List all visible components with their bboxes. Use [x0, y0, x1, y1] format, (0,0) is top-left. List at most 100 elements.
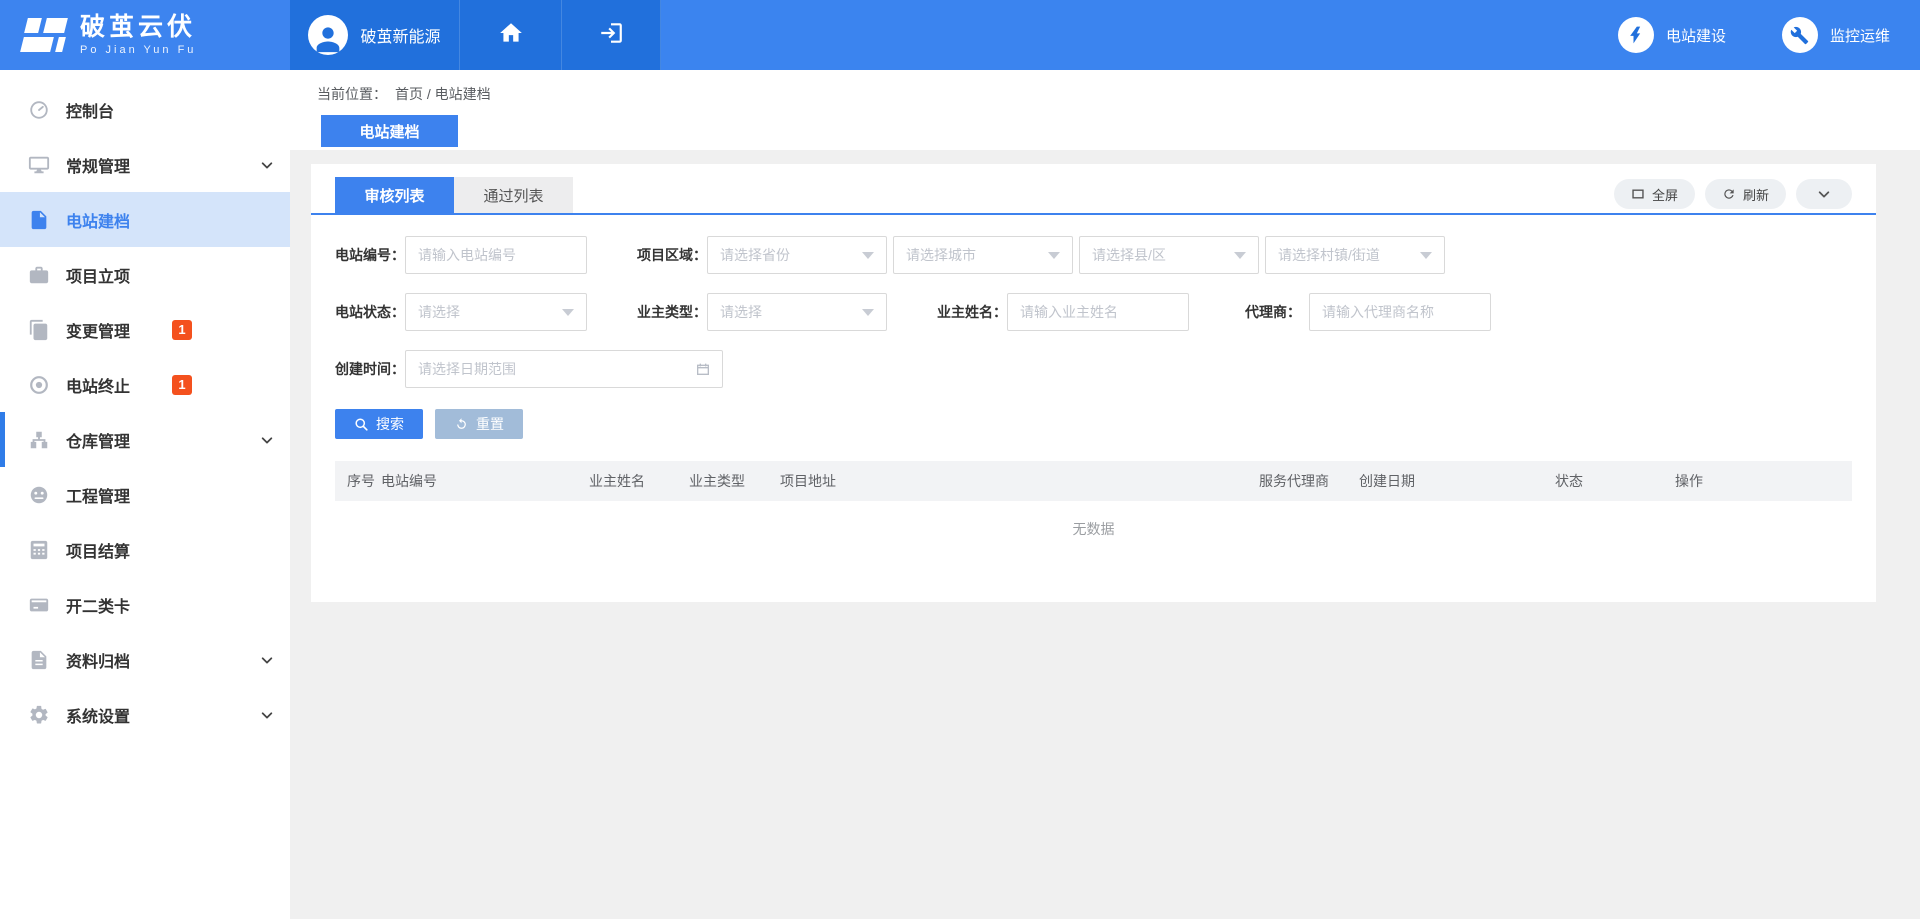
col-created-date: 创建日期 — [1359, 471, 1555, 491]
sidebar-item-station-archive[interactable]: 电站建档 — [0, 192, 290, 247]
caret-down-icon — [1234, 252, 1246, 259]
sidebar-item-change-mgmt[interactable]: 变更管理 1 — [0, 302, 290, 357]
nav-monitor-ops-label: 监控运维 — [1830, 25, 1890, 46]
chevron-down-icon — [260, 158, 274, 172]
chevron-down-icon — [260, 708, 274, 722]
panel-header: 审核列表 通过列表 全屏 刷新 — [311, 164, 1876, 215]
app-logo: 破茧云伏 Po Jian Yun Fu — [0, 0, 290, 70]
table-header-row: 序号 电站编号 业主姓名 业主类型 项目地址 服务代理商 创建日期 状态 操作 — [335, 461, 1852, 501]
caret-down-icon — [862, 309, 874, 316]
dashboard-icon — [27, 98, 51, 122]
tab-review-list[interactable]: 审核列表 — [335, 177, 454, 213]
field-station-no: 电站编号： — [335, 236, 587, 274]
page-tab-station-archive[interactable]: 电站建档 — [321, 115, 458, 147]
panel-actions: 全屏 刷新 — [1614, 179, 1852, 209]
chevron-down-icon — [260, 433, 274, 447]
col-status: 状态 — [1555, 471, 1675, 491]
sidebar-item-project-initiation[interactable]: 项目立项 — [0, 247, 290, 302]
city-select[interactable]: 请选择城市 — [893, 236, 1073, 274]
brand-title: 破茧云伏 — [80, 14, 196, 42]
filter-row-3: 创建时间： — [335, 350, 1852, 388]
date-range-input[interactable] — [405, 350, 723, 388]
caret-down-icon — [562, 309, 574, 316]
county-select[interactable]: 请选择县/区 — [1079, 236, 1259, 274]
collapse-button[interactable] — [1796, 179, 1852, 209]
sidebar-item-data-archive[interactable]: 资料归档 — [0, 632, 290, 687]
calculator-icon — [27, 538, 51, 562]
province-select[interactable]: 请选择省份 — [707, 236, 887, 274]
logout-button[interactable] — [562, 0, 661, 70]
chevron-down-icon — [260, 653, 274, 667]
reset-icon — [454, 417, 469, 432]
company-name: 破茧新能源 — [360, 23, 440, 47]
col-seq: 序号 — [335, 471, 381, 491]
col-owner-type: 业主类型 — [689, 471, 780, 491]
field-station-status: 电站状态： 请选择 — [335, 293, 587, 331]
field-owner-name: 业主姓名： — [937, 293, 1189, 331]
search-button[interactable]: 搜索 — [335, 409, 423, 439]
agent-input[interactable] — [1309, 293, 1491, 331]
breadcrumb-strip: 当前位置： 首页 / 电站建档 电站建档 — [290, 70, 1920, 150]
refresh-icon — [1722, 187, 1736, 201]
caret-down-icon — [862, 252, 874, 259]
login-icon — [598, 20, 624, 51]
main-area: 当前位置： 首页 / 电站建档 电站建档 审核列表 通过列表 全屏 — [290, 70, 1920, 919]
card-icon — [27, 593, 51, 617]
header-right-nav: 电站建设 监控运维 — [661, 0, 1920, 70]
tab-passed-list[interactable]: 通过列表 — [454, 177, 573, 213]
fullscreen-icon — [1631, 187, 1645, 201]
station-archive-panel: 审核列表 通过列表 全屏 刷新 — [311, 164, 1876, 602]
caret-down-icon — [1048, 252, 1060, 259]
home-icon — [498, 20, 524, 51]
sidebar-item-project-settlement[interactable]: 项目结算 — [0, 522, 290, 577]
brand-subtitle: Po Jian Yun Fu — [80, 44, 196, 56]
nav-monitor-ops[interactable]: 监控运维 — [1782, 17, 1890, 53]
wrench-icon — [1782, 17, 1818, 53]
sidebar-item-system-settings[interactable]: 系统设置 — [0, 687, 290, 742]
content: 审核列表 通过列表 全屏 刷新 — [290, 150, 1920, 602]
field-created-time: 创建时间： — [335, 350, 723, 388]
reset-button[interactable]: 重置 — [435, 409, 523, 439]
owner-type-select[interactable]: 请选择 — [707, 293, 887, 331]
empty-state: 无数据 — [335, 501, 1852, 557]
header-sections: 破茧新能源 — [290, 0, 661, 70]
sidebar-item-console[interactable]: 控制台 — [0, 82, 290, 137]
sidebar-item-warehouse-mgmt[interactable]: 仓库管理 — [0, 412, 290, 467]
sidebar-item-general-mgmt[interactable]: 常规管理 — [0, 137, 290, 192]
field-owner-type: 业主类型： 请选择 — [637, 293, 887, 331]
current-user[interactable]: 破茧新能源 — [290, 0, 460, 70]
results-table: 序号 电站编号 业主姓名 业主类型 项目地址 服务代理商 创建日期 状态 操作 … — [335, 461, 1852, 557]
user-icon — [308, 15, 348, 55]
caret-down-icon — [1420, 252, 1432, 259]
col-owner-name: 业主姓名 — [589, 471, 689, 491]
briefcase-icon — [27, 263, 51, 287]
station-status-select[interactable]: 请选择 — [405, 293, 587, 331]
nav-station-build-label: 电站建设 — [1666, 25, 1726, 46]
field-agent: 代理商： — [1239, 293, 1491, 331]
sidebar-item-engineering-mgmt[interactable]: 工程管理 — [0, 467, 290, 522]
gear-icon — [27, 703, 51, 727]
nav-station-build[interactable]: 电站建设 — [1618, 17, 1726, 53]
sidebar: 控制台 常规管理 电站建档 项目立项 — [0, 70, 290, 919]
col-address: 项目地址 — [780, 471, 1259, 491]
breadcrumb-path[interactable]: 首页 / 电站建档 — [395, 84, 491, 104]
breadcrumb: 当前位置： 首页 / 电站建档 — [290, 70, 1920, 104]
breadcrumb-prefix: 当前位置： — [317, 84, 387, 104]
sidebar-item-station-terminate[interactable]: 电站终止 1 — [0, 357, 290, 412]
refresh-button[interactable]: 刷新 — [1705, 179, 1786, 209]
town-select[interactable]: 请选择村镇/街道 — [1265, 236, 1445, 274]
top-header: 破茧云伏 Po Jian Yun Fu 破茧新能源 电站建设 — [0, 0, 1920, 70]
owner-name-input[interactable] — [1007, 293, 1189, 331]
fullscreen-button[interactable]: 全屏 — [1614, 179, 1695, 209]
sidebar-item-open-card[interactable]: 开二类卡 — [0, 577, 290, 632]
record-icon — [27, 373, 51, 397]
bolt-icon — [1618, 17, 1654, 53]
station-no-input[interactable] — [405, 236, 587, 274]
home-button[interactable] — [460, 0, 562, 70]
filter-buttons: 搜索 重置 — [335, 409, 1852, 439]
filter-row-1: 电站编号： 项目区域： 请选择省份 请选择城市 — [335, 236, 1852, 274]
col-actions: 操作 — [1675, 471, 1852, 491]
sitemap-icon — [27, 428, 51, 452]
filter-row-2: 电站状态： 请选择 业主类型： 请选择 — [335, 293, 1852, 331]
archive-icon — [27, 648, 51, 672]
